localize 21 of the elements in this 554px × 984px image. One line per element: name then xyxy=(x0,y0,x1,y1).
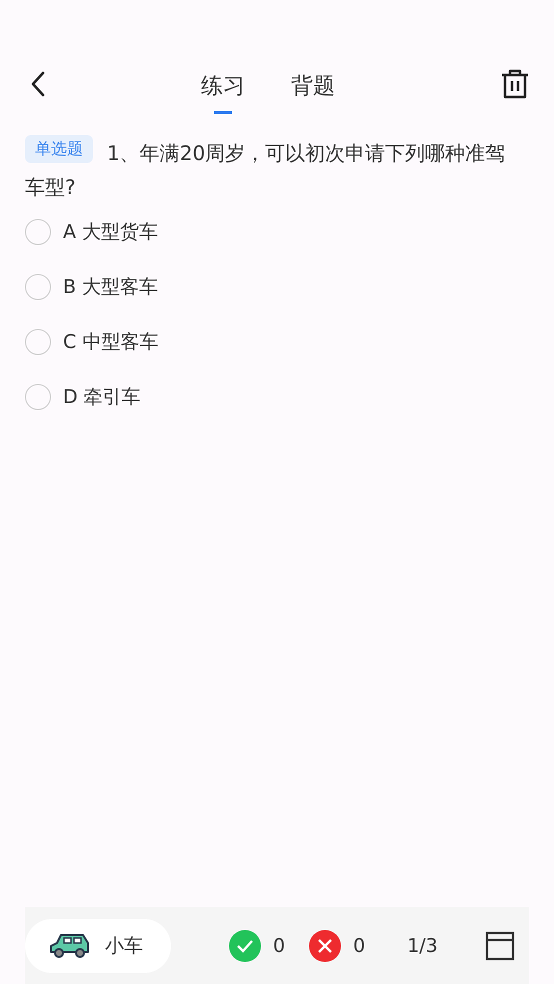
car-icon xyxy=(47,932,91,960)
radio-button[interactable] xyxy=(25,274,51,300)
option-label[interactable]: D 牵引车 xyxy=(63,384,141,410)
tab[interactable]: 背题 xyxy=(291,62,335,114)
back-icon[interactable] xyxy=(30,71,46,97)
check-icon xyxy=(229,930,261,962)
radio-button[interactable] xyxy=(25,329,51,355)
question-text: 单选题 1、年满20周岁，可以初次申请下列哪种准驾车型? xyxy=(0,120,554,204)
trash-icon[interactable] xyxy=(500,68,530,100)
progress-counter: 1/3 xyxy=(407,934,438,956)
option-label[interactable]: C 中型客车 xyxy=(63,329,158,355)
tab[interactable]: 练习 xyxy=(201,62,245,114)
radio-button[interactable] xyxy=(25,384,51,410)
wrong-count: 0 xyxy=(353,934,366,956)
cross-icon xyxy=(309,930,342,962)
option-label[interactable]: B 大型客车 xyxy=(63,274,158,300)
vehicle-selector[interactable]: 小车 xyxy=(25,918,171,972)
question-type-tag: 单选题 xyxy=(25,135,93,163)
option-label[interactable]: A 大型货车 xyxy=(63,219,158,245)
correct-count: 0 xyxy=(273,934,286,956)
radio-button[interactable] xyxy=(25,219,51,245)
